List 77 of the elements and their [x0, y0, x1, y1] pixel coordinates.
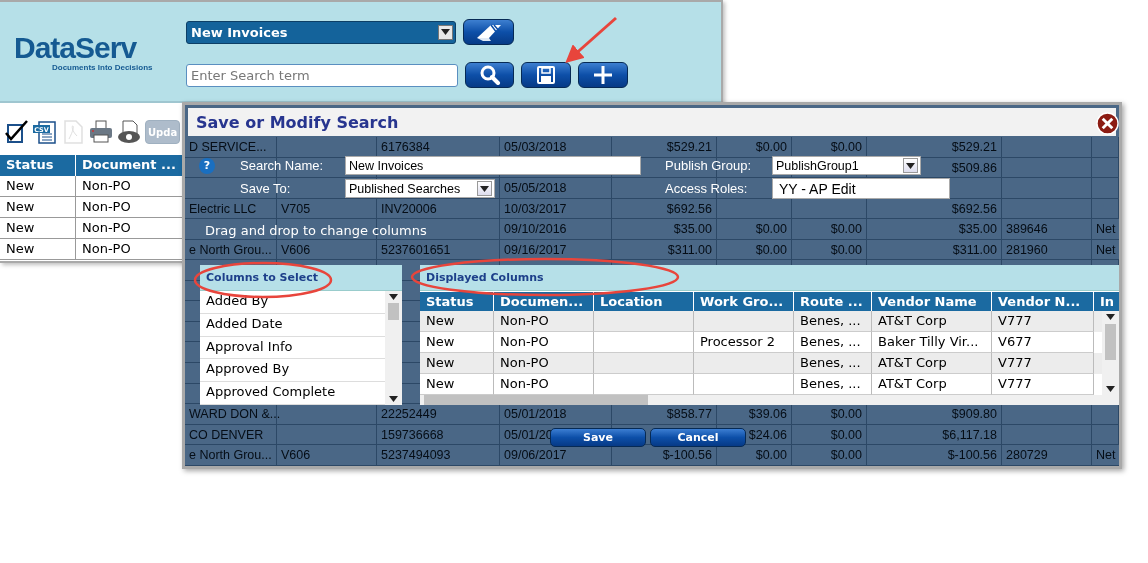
background-cell: 10/03/2017 — [504, 201, 567, 216]
background-cell: 5237601651 — [381, 242, 451, 257]
background-cell: 09/16/2017 — [504, 242, 567, 257]
background-cell: WARD DON &... — [189, 407, 281, 422]
background-cell: Net — [1096, 242, 1116, 257]
background-cell: $909.80 — [951, 407, 997, 422]
background-cell: 09/06/2017 — [504, 448, 567, 463]
background-cell: $311.00 — [952, 242, 997, 257]
background-cell: 5237494093 — [381, 448, 451, 463]
access-roles-field[interactable]: YY - AP Edit — [772, 178, 950, 199]
background-cell: V705 — [281, 201, 311, 216]
logo-name: DataServ — [14, 33, 137, 63]
background-cell: $0.00 — [830, 242, 862, 257]
background-cell: $39.06 — [748, 407, 787, 422]
background-cell: CO DENVER — [189, 427, 264, 442]
background-cell: 05/01/2018 — [504, 407, 567, 422]
background-cell: 05/03/2018 — [504, 140, 567, 154]
save-button[interactable]: Save — [550, 428, 646, 447]
background-cell: $0.00 — [755, 222, 787, 237]
background-cell: $509.86 — [951, 160, 997, 175]
background-cell: V606 — [281, 242, 311, 257]
background-cell: 389646 — [1006, 222, 1048, 237]
background-cell: $529.21 — [666, 140, 712, 154]
background-cell: $35.00 — [673, 222, 712, 237]
background-cell: $0.00 — [830, 407, 862, 422]
background-cell: $0.00 — [830, 140, 862, 154]
background-cell: INV20006 — [381, 201, 437, 216]
background-cell: 22252449 — [381, 407, 437, 422]
background-cell: $692.56 — [951, 201, 997, 216]
background-cell: Electric LLC — [189, 201, 257, 216]
background-cell: Net — [1096, 222, 1116, 237]
column-header[interactable]: Status — [0, 155, 76, 176]
background-cell: $0.00 — [830, 222, 862, 237]
instruction-text: Drag and drop to change columns — [205, 223, 427, 238]
background-cell: e North Grou... — [189, 448, 272, 463]
table-cell: New — [0, 218, 76, 239]
background-cell: $-100.56 — [947, 448, 997, 463]
background-cell: $858.77 — [666, 407, 712, 422]
field-label: Save To: — [240, 181, 292, 196]
search-field[interactable]: Enter Search term — [186, 63, 458, 87]
background-cell: $0.00 — [755, 448, 787, 463]
background-cell: $0.00 — [755, 242, 787, 257]
table-cell: New — [0, 176, 76, 197]
table-cell: New — [0, 197, 76, 218]
background-cell: $35.00 — [958, 222, 997, 237]
background-cell: $-100.56 — [662, 448, 712, 463]
background-cell: $24.06 — [748, 427, 787, 442]
background-cell: 6176384 — [381, 140, 430, 154]
background-cell: $529.21 — [951, 140, 997, 154]
dropdown-field[interactable]: Published Searches — [345, 179, 495, 198]
dropdown-field[interactable]: PublishGroup1 — [772, 156, 921, 175]
logo-tagline: Documents Into Decisions — [52, 63, 153, 72]
background-cell: 05/05/2018 — [504, 181, 567, 196]
field-label: Search Name: — [240, 158, 325, 173]
dialog-title: Save or Modify Search — [196, 112, 399, 132]
background-cell: $692.56 — [666, 201, 712, 216]
background-cell: V606 — [281, 448, 311, 463]
background-cell: $6,117.18 — [942, 427, 997, 442]
background-cell: Net — [1096, 448, 1116, 463]
background-cell: e North Grou... — [189, 242, 272, 257]
field-label: Publish Group: — [665, 158, 752, 173]
panel-title: Columns to Select — [206, 271, 318, 284]
background-cell: 280729 — [1006, 448, 1048, 463]
background-cell: $0.00 — [830, 427, 862, 442]
field-label: Access Roles: — [665, 181, 749, 196]
background-cell: D SERVICE... — [189, 140, 267, 154]
panel-title: Displayed Columns — [426, 271, 544, 284]
background-cell: 09/10/2016 — [504, 222, 567, 237]
table-cell: New — [0, 239, 76, 260]
cancel-button[interactable]: Cancel — [650, 428, 746, 447]
background-cell: $0.00 — [830, 448, 862, 463]
background-cell: 281960 — [1006, 242, 1048, 257]
search-name-field[interactable]: New Invoices — [345, 156, 641, 175]
saved-search-select[interactable]: New Invoices — [186, 20, 456, 44]
background-cell: $311.00 — [667, 242, 712, 257]
background-cell: 159736668 — [381, 427, 444, 442]
background-cell: $0.00 — [755, 140, 787, 154]
